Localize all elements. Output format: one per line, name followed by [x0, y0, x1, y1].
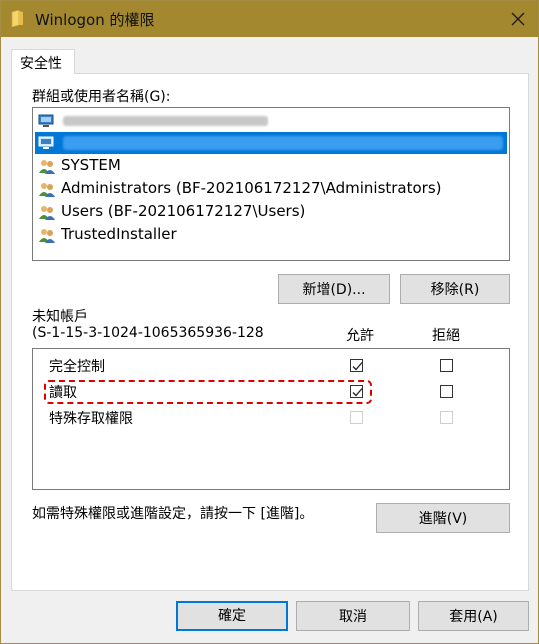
list-item-label: TrustedInstaller	[61, 225, 177, 243]
redacted-name	[63, 116, 268, 126]
groups-listbox[interactable]: SYSTEM Administrators (BF-202106172127\A…	[32, 107, 510, 261]
cancel-button[interactable]: 取消	[296, 601, 410, 631]
permissions-dialog: Winlogon 的權限 安全性 群組或使用者名稱(G): SYSTEM Adm…	[0, 0, 539, 644]
permission-full-control: 完全控制	[49, 359, 105, 375]
advanced-button[interactable]: 進階(V)	[376, 503, 510, 533]
list-item-label: Users (BF-202106172127\Users)	[61, 202, 306, 220]
groups-label: 群組或使用者名稱(G):	[32, 89, 171, 105]
list-item-trustedinstaller[interactable]: TrustedInstaller	[35, 224, 507, 246]
users-icon	[38, 204, 56, 220]
add-button[interactable]: 新增(D)...	[278, 274, 390, 304]
tab-label: 安全性	[20, 56, 62, 72]
full-control-deny-checkbox[interactable]	[440, 359, 453, 372]
list-item-redacted[interactable]	[35, 110, 507, 132]
principal-name: 未知帳戶	[32, 309, 88, 325]
list-item-system[interactable]: SYSTEM	[35, 155, 507, 177]
permissions-list: 完全控制 讀取 特殊存取權限	[32, 348, 510, 490]
special-allow-checkbox	[350, 411, 363, 424]
users-icon	[38, 158, 56, 174]
principal-sid: (S-1-15-3-1024-1065365936-128	[32, 325, 264, 341]
folder-icon	[11, 9, 24, 28]
window-title: Winlogon 的權限	[35, 11, 155, 29]
check-icon	[352, 362, 363, 371]
deny-header: 拒絕	[432, 328, 460, 344]
read-allow-checkbox[interactable]	[350, 385, 363, 398]
list-item-users[interactable]: Users (BF-202106172127\Users)	[35, 201, 507, 223]
computer-users-icon	[38, 113, 56, 129]
security-panel: 群組或使用者名稱(G): SYSTEM Administrators (BF-2…	[11, 73, 529, 591]
list-item-redacted-selected[interactable]	[35, 132, 507, 154]
list-item-label: Administrators (BF-202106172127\Administ…	[61, 179, 442, 197]
permission-read: 讀取	[49, 385, 77, 401]
close-button[interactable]	[506, 7, 530, 31]
allow-header: 允許	[346, 328, 374, 344]
full-control-allow-checkbox[interactable]	[350, 359, 363, 372]
users-icon	[38, 181, 56, 197]
users-icon	[38, 227, 56, 243]
apply-button[interactable]: 套用(A)	[418, 601, 529, 631]
list-item-administrators[interactable]: Administrators (BF-202106172127\Administ…	[35, 178, 507, 200]
list-item-label: SYSTEM	[61, 156, 121, 174]
advanced-hint: 如需特殊權限或進階設定，請按一下 [進階]。	[32, 506, 314, 522]
read-deny-checkbox[interactable]	[440, 385, 453, 398]
ok-button[interactable]: 確定	[176, 601, 288, 631]
computer-users-icon	[38, 135, 56, 151]
permission-special: 特殊存取權限	[49, 411, 133, 427]
tab-security[interactable]: 安全性	[11, 49, 75, 74]
close-icon	[511, 12, 525, 26]
check-icon	[352, 388, 363, 397]
remove-button[interactable]: 移除(R)	[400, 274, 510, 304]
title-bar[interactable]: Winlogon 的權限	[1, 1, 538, 37]
redacted-name	[63, 136, 503, 150]
special-deny-checkbox	[440, 411, 453, 424]
